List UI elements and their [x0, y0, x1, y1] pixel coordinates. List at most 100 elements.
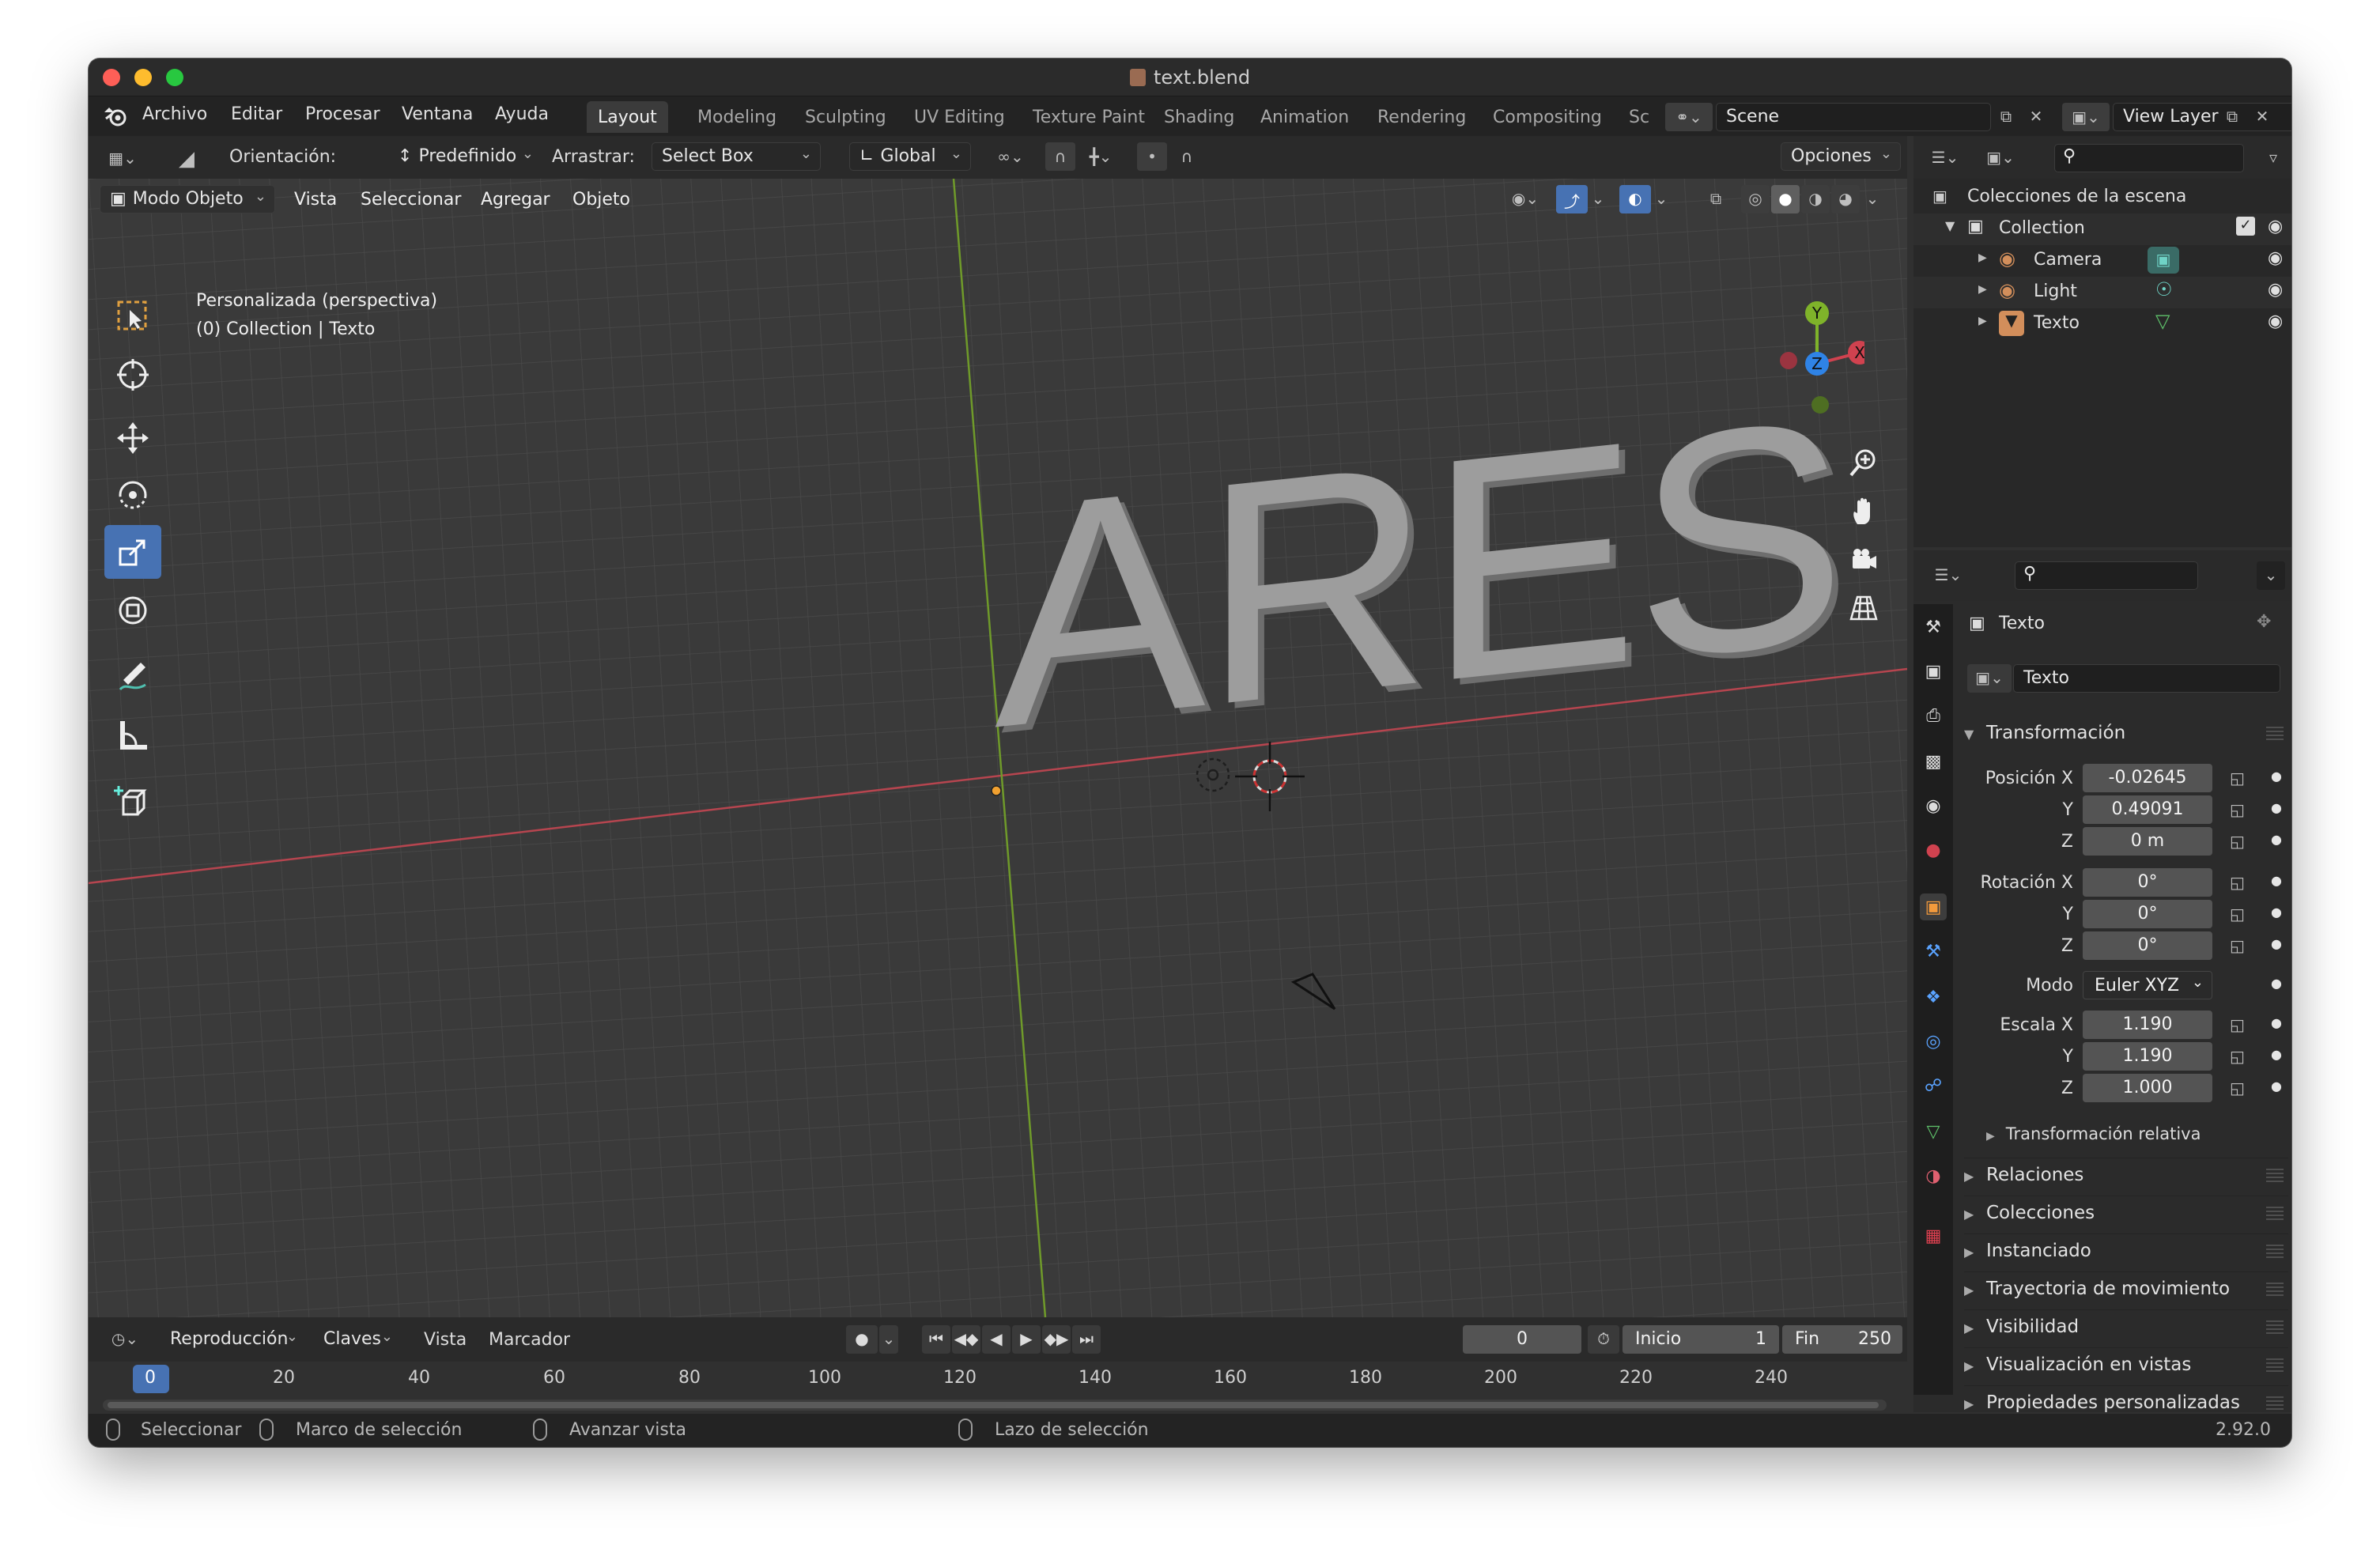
outliner-collection-row[interactable]: ▼ ▣ Collection ✓ ◉: [1913, 213, 2291, 245]
3d-viewport[interactable]: ARES ARES ▣ Modo Objeto ⌄ Vista Seleccio…: [89, 179, 1907, 1317]
light-data-icon[interactable]: ☉: [2155, 278, 2173, 300]
tab-uv-editing[interactable]: UV Editing: [903, 101, 1016, 133]
tab-modeling[interactable]: Modeling: [686, 101, 788, 133]
location-y-field[interactable]: 0.49091: [2083, 795, 2212, 824]
overlays-dropdown-icon[interactable]: ⌄: [1653, 185, 1670, 213]
keyframe-dot-icon[interactable]: ●: [2271, 1015, 2282, 1030]
camera-view-icon[interactable]: [1844, 541, 1883, 580]
next-keyframe-icon[interactable]: ◆▶: [1042, 1325, 1071, 1354]
scene-tab-icon[interactable]: ◉: [1920, 792, 1947, 819]
frame-ruler[interactable]: 0 20 40 60 80 100 120 140 160 180 200 22…: [89, 1362, 1907, 1415]
camera-data-icon[interactable]: ▣: [2148, 247, 2179, 274]
transform-orientation-dropdown[interactable]: ∟ Global ⌄: [849, 142, 971, 171]
navigation-gizmo[interactable]: Y X Z: [1770, 297, 1864, 432]
scale-x-field[interactable]: 1.190: [2083, 1011, 2212, 1039]
outliner-object-row[interactable]: ▶ ◉ Camera ▣ ◉: [1913, 245, 2291, 277]
proportional-edit-icon[interactable]: •: [1137, 142, 1167, 171]
menu-procesar[interactable]: Procesar: [305, 104, 380, 124]
visibility-eye-icon[interactable]: ◉: [2268, 312, 2283, 331]
view-layer-browse-button[interactable]: ▣⌄: [2062, 103, 2110, 131]
material-shading-icon[interactable]: ◑: [1801, 185, 1830, 213]
tab-shading[interactable]: Shading: [1153, 101, 1245, 133]
drag-grip-icon[interactable]: [2266, 1244, 2284, 1258]
expand-arrow-icon[interactable]: ▶: [1978, 251, 1987, 264]
scrollbar-thumb[interactable]: [108, 1402, 1879, 1408]
menu-editar[interactable]: Editar: [231, 104, 282, 124]
auto-key-dropdown-icon[interactable]: ⌄: [879, 1325, 898, 1354]
current-frame-field[interactable]: 0: [1463, 1325, 1581, 1354]
lock-icon[interactable]: ◱: [2230, 873, 2245, 892]
keyframe-dot-icon[interactable]: ●: [2271, 905, 2282, 920]
drag-grip-icon[interactable]: [2266, 726, 2284, 740]
output-tab-icon[interactable]: ⎙: [1920, 702, 1947, 729]
measure-tool[interactable]: [104, 708, 161, 762]
visibility-eye-icon[interactable]: ◉: [2268, 248, 2283, 268]
jump-end-icon[interactable]: ⏭: [1072, 1325, 1101, 1354]
expand-arrow-icon[interactable]: ▶: [1978, 315, 1987, 327]
options-dropdown[interactable]: Opciones ⌄: [1781, 142, 1901, 171]
rotation-y-field[interactable]: 0°: [2083, 900, 2212, 928]
instancing-panel-header[interactable]: ▶ Instanciado: [1964, 1233, 2288, 1268]
editor-type-icon[interactable]: ▦⌄: [100, 142, 145, 172]
falloff-icon[interactable]: ∩: [1169, 142, 1205, 171]
mesh-data-icon[interactable]: ▽: [2155, 310, 2170, 332]
zoom-icon[interactable]: [1844, 443, 1883, 482]
filter-icon[interactable]: ▿: [2261, 144, 2285, 172]
drag-grip-icon[interactable]: [2266, 1168, 2284, 1182]
timeline-view-menu[interactable]: Vista: [424, 1330, 467, 1350]
drag-grip-icon[interactable]: [2266, 1320, 2284, 1334]
xray-toggle-icon[interactable]: ⧉: [1702, 185, 1730, 213]
particles-tab-icon[interactable]: ❖: [1920, 984, 1947, 1011]
keyframe-dot-icon[interactable]: ●: [2271, 800, 2282, 815]
transform-panel-header[interactable]: ▼ Transformación: [1964, 716, 2288, 751]
expand-arrow-icon[interactable]: ▶: [1978, 283, 1987, 296]
keyframe-dot-icon[interactable]: ●: [2271, 873, 2282, 888]
lock-icon[interactable]: ◱: [2230, 1079, 2245, 1097]
gizmo-neg-y-axis[interactable]: [1811, 396, 1829, 414]
scale-y-field[interactable]: 1.190: [2083, 1042, 2212, 1071]
pivot-point-icon[interactable]: ∞⌄: [987, 142, 1034, 171]
constraints-tab-icon[interactable]: ☍: [1920, 1072, 1947, 1099]
scale-tool[interactable]: [104, 525, 161, 579]
physics-tab-icon[interactable]: ◎: [1920, 1028, 1947, 1055]
new-scene-icon[interactable]: ⧉: [1994, 103, 2018, 131]
view-layer-tab-icon[interactable]: ▩: [1920, 748, 1947, 775]
menu-ventana[interactable]: Ventana: [402, 104, 473, 124]
scene-name-field[interactable]: Scene: [1716, 103, 1991, 131]
timeline-editor-type-icon[interactable]: ◷⌄: [101, 1325, 149, 1354]
location-z-field[interactable]: 0 m: [2083, 827, 2212, 856]
cursor-tool[interactable]: [104, 348, 161, 402]
tab-sculpting[interactable]: Sculpting: [794, 101, 897, 133]
render-tab-icon[interactable]: ▣: [1920, 658, 1947, 685]
transform-tool[interactable]: [104, 584, 161, 637]
scale-tool-icon[interactable]: ◢: [171, 142, 202, 172]
lock-icon[interactable]: ◱: [2230, 832, 2245, 851]
overlays-toggle-icon[interactable]: ◐: [1619, 185, 1651, 213]
tab-animation[interactable]: Animation: [1249, 101, 1360, 133]
keyframe-dot-icon[interactable]: ●: [2271, 1079, 2282, 1094]
outliner-editor-type-icon[interactable]: ☰⌄: [1921, 144, 1969, 172]
keyframe-dot-icon[interactable]: ●: [2271, 832, 2282, 847]
tab-texture-paint[interactable]: Texture Paint: [1022, 101, 1156, 133]
lock-icon[interactable]: ◱: [2230, 769, 2245, 788]
lock-icon[interactable]: ◱: [2230, 1015, 2245, 1034]
viewport-display-panel-header[interactable]: ▶ Visualización en vistas: [1964, 1347, 2288, 1382]
data-tab-icon[interactable]: ▽: [1920, 1118, 1947, 1145]
tool-tab-icon[interactable]: ⚒: [1920, 614, 1947, 640]
tab-scripting[interactable]: Sc: [1618, 101, 1660, 133]
properties-options-dropdown[interactable]: ⌄: [2257, 561, 2285, 590]
scale-z-field[interactable]: 1.000: [2083, 1074, 2212, 1102]
lock-icon[interactable]: ◱: [2230, 905, 2245, 924]
keying-menu[interactable]: Claves ⌄: [313, 1325, 402, 1354]
wireframe-shading-icon[interactable]: ◎: [1741, 185, 1770, 213]
add-cube-tool[interactable]: [104, 775, 161, 829]
gizmo-dropdown-icon[interactable]: ⌄: [1589, 185, 1607, 213]
object-name-field[interactable]: Texto: [2013, 664, 2280, 693]
keyframe-dot-icon[interactable]: ●: [2271, 1047, 2282, 1062]
lock-icon[interactable]: ◱: [2230, 800, 2245, 819]
keyframe-dot-icon[interactable]: ●: [2271, 769, 2282, 784]
drag-grip-icon[interactable]: [2266, 1282, 2284, 1296]
snap-target-icon[interactable]: ╋⌄: [1077, 142, 1124, 171]
outliner-scene-collection[interactable]: ▣ Colecciones de la escena: [1913, 182, 2291, 213]
visibility-panel-header[interactable]: ▶ Visibilidad: [1964, 1309, 2288, 1344]
